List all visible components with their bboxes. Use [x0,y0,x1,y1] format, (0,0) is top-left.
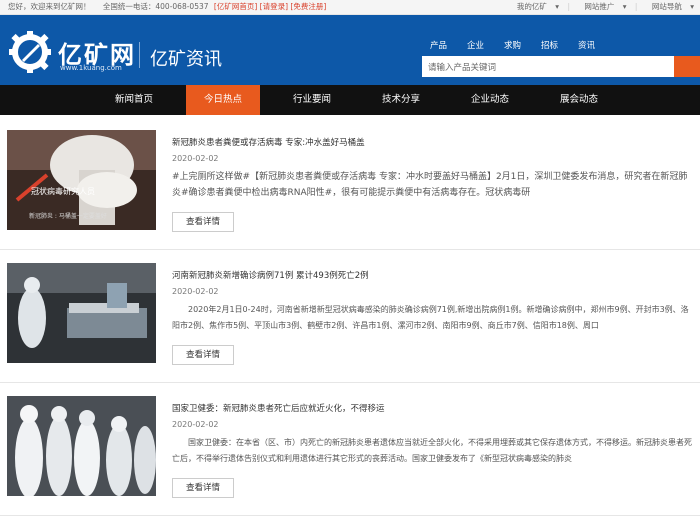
list-item: 河南新冠肺炎新增确诊病例71例 累计493例死亡2例 2020-02-02 20… [0,250,700,383]
medical-staff-image [7,396,156,496]
search-tab-purchase[interactable]: 求购 [504,39,541,51]
my-account-label: 我的亿矿 [516,2,547,11]
article-title[interactable]: 新冠肺炎患者粪便或存活病毒 专家:冲水盖好马桶盖 [172,136,365,148]
article-date: 2020-02-02 [172,287,219,296]
my-account-menu[interactable]: 我的亿矿 ▾ [511,2,559,11]
separator: | [567,2,570,11]
nav-item-industry-news[interactable]: 行业要闻 [275,85,349,115]
search-placeholder: 请输入产品关键词 [428,63,497,73]
view-detail-button[interactable]: 查看详情 [172,212,234,232]
top-bar-left: 您好，欢迎来到亿矿网！ 全国统一电话：400-068-0537 [亿矿网首页] … [8,0,326,14]
nav-item-tech-share[interactable]: 技术分享 [364,85,438,115]
article-summary: 2020年2月1日0-24时，河南省新增新型冠状病毒感染的肺炎确诊病例71例,新… [172,305,689,330]
search-tab-product[interactable]: 产品 [430,39,467,51]
nav-item-company-news[interactable]: 企业动态 [453,85,527,115]
page-subtitle: 亿矿资讯 [150,49,222,70]
article-thumbnail[interactable] [7,263,156,363]
article-thumbnail[interactable] [7,396,156,496]
article-thumbnail[interactable]: 冠状病毒研究人员 新冠肺炎 : 马桶盖一定要盖好 [7,130,156,230]
list-item: 冠状病毒研究人员 新冠肺炎 : 马桶盖一定要盖好 新冠肺炎患者粪便或存活病毒 专… [0,117,700,250]
article-summary: #上完厕所这样做#【新冠肺炎患者粪便或存活病毒 专家：冲水时要盖好马桶盖】2月1… [172,172,688,198]
gear-logo-icon[interactable] [8,30,52,74]
list-item: 国家卫健委：新冠肺炎患者死亡后应就近火化，不得移运 2020-02-02 国家卫… [0,383,700,516]
thumb-caption: 冠状病毒研究人员 [31,186,95,196]
toilet-image: 冠状病毒研究人员 新冠肺炎 : 马桶盖一定要盖好 [7,130,156,230]
home-link[interactable]: [亿矿网首页] [214,2,257,11]
article-date: 2020-02-02 [172,420,219,429]
nav-item-expo-news[interactable]: 展会动态 [542,85,616,115]
search-tab-news[interactable]: 资讯 [578,39,615,51]
article-summary: 国家卫健委：在本省（区、市）内死亡的新冠肺炎患者遗体应当就近全部火化，不得采用埋… [172,438,692,463]
welcome-text: 您好，欢迎来到亿矿网！ [8,2,91,11]
nav-item-hot-today[interactable]: 今日热点 [186,85,260,115]
login-link[interactable]: [请登录] [260,2,288,11]
thumb-caption-2: 新冠肺炎 : 马桶盖一定要盖好 [29,212,107,220]
site-promo-label: 网站推广 [584,2,615,11]
register-link[interactable]: [免费注册] [290,2,326,11]
site-header: 亿矿网 www.1kuang.com 亿矿资讯 产品 企业 求购 招标 资讯 请输入产品… [0,15,700,85]
hotline-text: 全国统一电话：400-068-0537 [102,2,209,11]
chevron-down-icon: ▾ [690,2,694,11]
top-bar-right: 我的亿矿 ▾ | 网站推广 ▾ | 网站导航 ▾ [505,0,694,14]
article-list: 冠状病毒研究人员 新冠肺炎 : 马桶盖一定要盖好 新冠肺炎患者粪便或存活病毒 专… [0,117,700,516]
top-bar: 您好，欢迎来到亿矿网！ 全国统一电话：400-068-0537 [亿矿网首页] … [0,0,700,15]
search-input[interactable]: 请输入产品关键词 [422,56,674,77]
header-divider [139,42,140,68]
search-button[interactable] [674,56,700,77]
article-title[interactable]: 河南新冠肺炎新增确诊病例71例 累计493例死亡2例 [172,269,369,281]
chevron-down-icon: ▾ [555,2,560,11]
site-promo-menu[interactable]: 网站推广 ▾ [578,2,626,11]
hospital-image [7,263,156,363]
search-tabs: 产品 企业 求购 招标 资讯 [430,39,615,51]
search-tab-company[interactable]: 企业 [467,39,504,51]
search-tab-bidding[interactable]: 招标 [541,39,578,51]
nav-item-news-home[interactable]: 新闻首页 [97,85,171,115]
article-title[interactable]: 国家卫健委：新冠肺炎患者死亡后应就近火化，不得移运 [172,402,385,414]
view-detail-button[interactable]: 查看详情 [172,345,234,365]
main-nav: 新闻首页 今日热点 行业要闻 技术分享 企业动态 展会动态 [0,85,700,115]
chevron-down-icon: ▾ [622,2,627,11]
view-detail-button[interactable]: 查看详情 [172,478,234,498]
site-nav-menu[interactable]: 网站导航 ▾ [646,2,694,11]
article-date: 2020-02-02 [172,154,219,163]
site-nav-label: 网站导航 [651,2,682,11]
brand-url: www.1kuang.com [60,64,122,72]
separator: | [634,2,638,11]
